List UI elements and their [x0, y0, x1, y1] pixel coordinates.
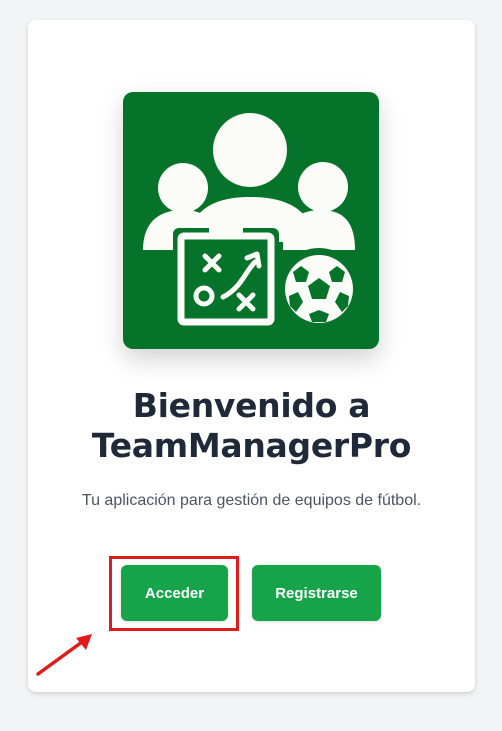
title-line-2: TeamManagerPro	[91, 426, 412, 465]
page-title: Bienvenido a TeamManagerPro	[28, 386, 475, 466]
title-line-1: Bienvenido a	[132, 386, 371, 425]
login-button[interactable]: Acceder	[121, 565, 228, 621]
team-manager-logo-icon	[123, 92, 379, 349]
welcome-card: Bienvenido a TeamManagerPro Tu aplicació…	[28, 20, 475, 692]
register-button[interactable]: Registrarse	[252, 565, 381, 621]
app-description: Tu aplicación para gestión de equipos de…	[81, 492, 422, 509]
